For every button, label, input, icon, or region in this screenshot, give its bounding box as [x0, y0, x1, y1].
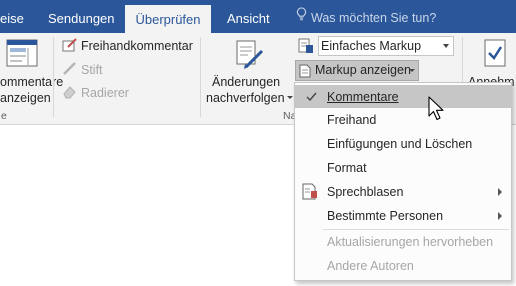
comments-group-label: e	[1, 110, 7, 122]
show-comments-label-2: anzeigen	[0, 91, 51, 105]
eraser-label: Radierer	[81, 86, 129, 100]
group-divider	[53, 37, 54, 117]
pen-label: Stift	[81, 63, 103, 77]
pen-icon	[62, 61, 77, 79]
menu-item-label: Aktualisierungen hervorheben	[327, 235, 494, 249]
mouse-pointer-icon	[428, 96, 446, 125]
freehand-comment-button[interactable]: Freihandkommentar	[60, 37, 200, 55]
freehand-comment-label: Freihandkommentar	[81, 39, 193, 53]
track-changes-label-2: nachverfolgen	[206, 91, 285, 105]
tab-partial-left[interactable]: eise	[0, 0, 30, 33]
menu-item-balloons[interactable]: Sprechblasen	[295, 180, 511, 203]
eraser-button[interactable]: Radierer	[60, 83, 150, 101]
show-markup-button[interactable]: Markup anzeigen	[295, 60, 419, 81]
markup-display-value: Einfaches Markup	[321, 39, 422, 53]
chevron-down-icon	[409, 69, 415, 72]
balloons-icon	[302, 183, 318, 203]
menu-item-label: Sprechblasen	[327, 185, 404, 199]
show-markup-icon	[299, 64, 311, 81]
submenu-arrow-icon	[498, 212, 502, 220]
eraser-icon	[62, 84, 77, 102]
show-markup-menu: Kommentare Freihand Einfügungen und Lösc…	[294, 82, 512, 281]
freehand-comment-icon	[62, 38, 77, 56]
chevron-down-icon[interactable]	[443, 44, 449, 48]
lightbulb-icon	[296, 0, 307, 36]
track-changes-button[interactable]: Änderungen nachverfolgen	[204, 33, 293, 107]
submenu-arrow-icon	[498, 188, 502, 196]
tab-ueberpruefen[interactable]: Überprüfen	[125, 5, 211, 33]
menu-item-label: Format	[327, 161, 367, 175]
markup-display-combo[interactable]: Einfaches Markup	[318, 36, 454, 56]
pen-button[interactable]: Stift	[60, 60, 140, 78]
ribbon-tab-bar: eise Sendungen Überprüfen Ansicht Was mö…	[0, 0, 516, 33]
tab-ansicht[interactable]: Ansicht	[227, 0, 271, 33]
menu-item-format[interactable]: Format	[295, 156, 511, 179]
checkmark-icon	[306, 91, 317, 105]
tell-me-text: Was möchten Sie tun?	[311, 11, 437, 25]
menu-item-label: Freihand	[327, 113, 377, 127]
menu-item-comments[interactable]: Kommentare	[295, 85, 511, 108]
accept-check-icon	[484, 39, 506, 70]
menu-item-label: Kommentare	[327, 90, 399, 104]
show-comments-button[interactable]: ommentare anzeigen	[0, 33, 63, 107]
menu-item-highlight-updates: Aktualisierungen hervorheben	[295, 230, 511, 253]
tell-me-box[interactable]: Was möchten Sie tun?	[296, 0, 436, 33]
comments-panel-icon	[6, 39, 38, 70]
group-divider	[200, 37, 201, 117]
menu-item-label: Andere Autoren	[327, 259, 414, 273]
chevron-down-icon	[287, 96, 293, 99]
menu-item-freehand[interactable]: Freihand	[295, 108, 511, 131]
track-changes-icon	[235, 40, 265, 73]
tab-sendungen[interactable]: Sendungen	[48, 0, 118, 33]
markup-display-icon	[298, 38, 314, 57]
menu-item-insertions-deletions[interactable]: Einfügungen und Löschen	[295, 132, 511, 155]
menu-item-label: Bestimmte Personen	[327, 209, 444, 223]
show-markup-label: Markup anzeigen	[315, 63, 411, 77]
menu-item-label: Einfügungen und Löschen	[327, 137, 473, 151]
track-changes-label-1: Änderungen	[212, 75, 281, 89]
menu-item-specific-people[interactable]: Bestimmte Personen	[295, 204, 511, 227]
menu-item-other-authors: Andere Autoren	[295, 254, 511, 277]
